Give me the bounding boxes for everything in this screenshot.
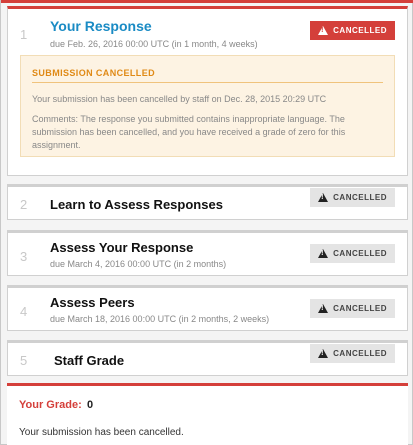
step-due-date: due Feb. 26, 2016 00:00 UTC (in 1 month,… <box>50 39 258 49</box>
notice-comments: Comments: The response you submitted con… <box>32 114 346 150</box>
status-badge-label: CANCELLED <box>333 249 387 258</box>
step-due-date: due March 4, 2016 00:00 UTC (in 2 months… <box>50 259 227 269</box>
step-number: 5 <box>20 353 28 368</box>
notice-cancelled-by: Your submission has been cancelled by st… <box>32 94 327 104</box>
status-badge-label: CANCELLED <box>333 193 387 202</box>
grade-message: Your submission has been cancelled. <box>19 427 184 438</box>
grade-value: 0 <box>87 399 94 411</box>
step-assess-peers[interactable]: 4 Assess Peers due March 18, 2016 00:00 … <box>7 285 408 331</box>
step-title[interactable]: Your Response <box>50 18 152 34</box>
step-title[interactable]: Staff Grade <box>54 353 124 368</box>
warning-triangle-icon <box>318 349 329 358</box>
step-number: 4 <box>20 304 28 319</box>
step-title[interactable]: Assess Your Response <box>50 240 193 255</box>
assessment-workflow: 1 Your Response due Feb. 26, 2016 00:00 … <box>0 0 413 445</box>
step-title[interactable]: Learn to Assess Responses <box>50 197 223 212</box>
grade-panel: Your Grade: 0 Your submission has been c… <box>7 383 408 445</box>
warning-triangle-icon <box>318 26 329 35</box>
step-due-date: due March 18, 2016 00:00 UTC (in 2 month… <box>50 314 270 324</box>
step-your-response[interactable]: 1 Your Response due Feb. 26, 2016 00:00 … <box>7 6 408 176</box>
status-badge-label: CANCELLED <box>333 304 387 313</box>
top-accent-rule <box>1 0 413 3</box>
notice-heading: SUBMISSION CANCELLED <box>32 68 383 83</box>
step-number: 3 <box>20 249 28 264</box>
step-staff-grade[interactable]: 5 Staff Grade CANCELLED <box>7 340 408 376</box>
grade-label: Your Grade: <box>19 399 82 411</box>
warning-triangle-icon <box>318 304 329 313</box>
step-number: 2 <box>20 197 28 212</box>
status-badge-label: CANCELLED <box>333 26 387 35</box>
status-badge: CANCELLED <box>310 21 395 40</box>
step-number: 1 <box>20 27 28 42</box>
warning-triangle-icon <box>318 193 329 202</box>
status-badge: CANCELLED <box>310 344 395 363</box>
status-badge: CANCELLED <box>310 188 395 207</box>
step-title[interactable]: Assess Peers <box>50 295 135 310</box>
warning-triangle-icon <box>318 249 329 258</box>
step-assess-your-response[interactable]: 3 Assess Your Response due March 4, 2016… <box>7 230 408 276</box>
step-learn-to-assess[interactable]: 2 Learn to Assess Responses CANCELLED <box>7 184 408 220</box>
status-badge: CANCELLED <box>310 299 395 318</box>
status-badge-label: CANCELLED <box>333 349 387 358</box>
cancellation-notice: SUBMISSION CANCELLED Your submission has… <box>20 55 395 157</box>
status-badge: CANCELLED <box>310 244 395 263</box>
